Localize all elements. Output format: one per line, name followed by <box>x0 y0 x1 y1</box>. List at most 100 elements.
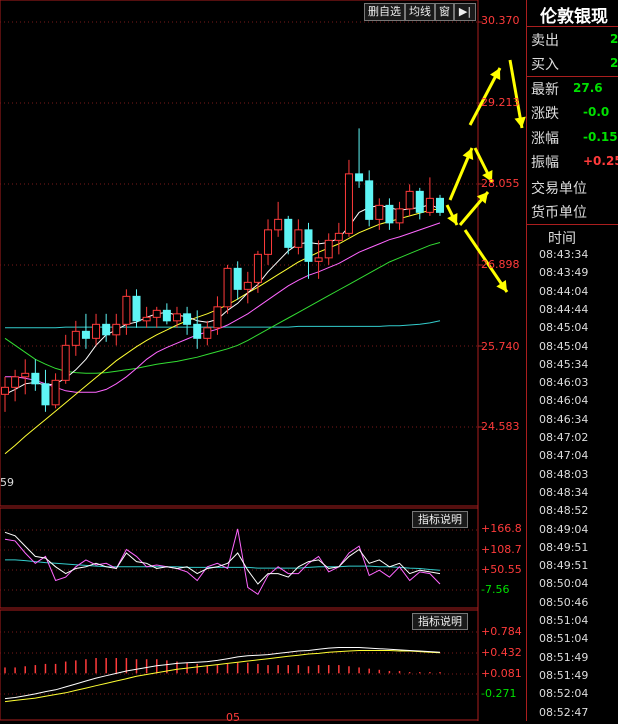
candle-up <box>71 330 80 346</box>
ind1-tick-2: +50.55 <box>481 563 522 576</box>
indicator1-frame <box>0 507 479 609</box>
candle-down <box>355 173 364 182</box>
candle-up <box>223 267 232 308</box>
time-item: 08:43:34 <box>539 248 589 261</box>
time-item: 08:50:46 <box>539 595 589 609</box>
time-item: 08:43:49 <box>539 266 589 280</box>
divider <box>527 26 618 27</box>
time-item: 08:52:04 <box>539 687 589 701</box>
time-item: 08:44:04 <box>539 284 589 298</box>
candle-up <box>1 386 9 395</box>
candle-up <box>203 327 212 339</box>
ind2-line-yellow <box>4 650 441 703</box>
candle-up <box>314 257 323 262</box>
candle-up <box>112 323 121 336</box>
ind2-line-white <box>4 647 441 700</box>
ind2-tick-3: -0.271 <box>481 687 517 700</box>
ma5-line <box>4 204 441 395</box>
bid-value: 2 <box>610 56 618 70</box>
time-item: 08:44:44 <box>539 302 589 316</box>
candle-up <box>395 208 404 224</box>
time-item: 08:45:04 <box>539 321 589 335</box>
time-item: 08:47:02 <box>539 431 589 444</box>
candle-up <box>264 229 273 255</box>
candle-down <box>132 295 141 322</box>
candle-up <box>172 313 181 322</box>
indicator1-help-button[interactable]: 指标说明 <box>412 511 468 528</box>
amplitude-value: +0.25 <box>583 154 618 168</box>
ind1-tick-0: +166.8 <box>481 522 522 535</box>
last-value: 27.6 <box>573 81 603 95</box>
candle-up <box>21 372 30 378</box>
candle-up <box>294 229 303 248</box>
time-item: 08:52:47 <box>539 705 589 719</box>
candle-up <box>11 376 20 388</box>
indicator2-help-button[interactable]: 指标说明 <box>412 613 468 630</box>
delete-watchlist-button[interactable]: 删自选 <box>364 3 405 21</box>
candle-up <box>213 306 222 329</box>
candle-down <box>162 309 171 322</box>
candle-down <box>304 229 313 262</box>
candle-down <box>415 190 424 213</box>
window-button[interactable]: 窗 <box>435 3 454 21</box>
candle-down <box>102 323 111 336</box>
price-tick-3: 26.898 <box>481 258 520 271</box>
divider <box>527 76 618 77</box>
time-item: 08:51:04 <box>539 632 589 646</box>
price-tick-1: 29.213 <box>481 96 520 109</box>
candle-up <box>92 323 101 339</box>
ind1-tick-3: -7.56 <box>481 583 510 596</box>
candle-down <box>31 372 40 385</box>
price-tick-4: 25.740 <box>481 340 520 353</box>
trade-unit-label: 交易单位 <box>531 181 587 197</box>
candle-up <box>425 197 434 213</box>
change-pct-label: 涨幅 <box>531 131 559 147</box>
ind1-line-white <box>4 531 441 585</box>
candle-down <box>436 197 444 213</box>
candle-up <box>122 295 131 325</box>
candle-down <box>183 313 192 325</box>
next-arrow-icon[interactable]: ▶| <box>454 3 476 21</box>
candle-down <box>365 180 374 220</box>
time-item: 08:48:34 <box>539 485 589 499</box>
indicator2-frame <box>0 609 479 721</box>
time-item: 08:45:04 <box>539 339 589 353</box>
candle-up <box>142 316 151 322</box>
bid-label: 买入 <box>531 57 559 73</box>
change-value: -0.0 <box>583 105 610 119</box>
time-header: 时间 <box>548 231 576 247</box>
annotation-arrow-down-head <box>514 116 526 128</box>
ask-value: 2 <box>610 32 618 46</box>
candle-up <box>324 239 333 259</box>
ind2-tick-0: +0.784 <box>481 625 522 638</box>
candle-up <box>405 190 414 210</box>
time-item: 08:46:34 <box>539 412 589 426</box>
candle-up <box>61 344 70 381</box>
time-item: 08:50:04 <box>539 577 589 591</box>
time-item: 08:51:49 <box>539 650 589 664</box>
last-label: 最新 <box>531 82 559 98</box>
candle-down <box>193 323 202 339</box>
chart-toolbar: 删自选 均线 窗 ▶| <box>364 3 476 21</box>
candle-down <box>385 204 394 224</box>
price-tick-0: 30.370 <box>481 14 520 27</box>
price-tick-2: 28.055 <box>481 177 520 190</box>
ma60-line <box>4 242 441 374</box>
time-item: 08:46:03 <box>539 376 589 390</box>
ind2-tick-2: +0.081 <box>481 667 522 680</box>
ind1-tick-1: +108.7 <box>481 543 522 556</box>
time-item: 08:51:04 <box>539 614 589 627</box>
ask-label: 卖出 <box>531 33 559 49</box>
time-item: 08:49:04 <box>539 522 589 536</box>
ind2-tick-1: +0.432 <box>481 646 522 659</box>
price-tick-5: 24.583 <box>481 420 520 433</box>
candle-up <box>253 253 262 283</box>
time-item: 08:51:49 <box>539 668 589 682</box>
main-pane-frame <box>0 0 479 507</box>
instrument-name: 伦敦银现 <box>540 7 608 27</box>
candle-up <box>51 379 60 406</box>
partial-label: 59 <box>0 476 14 489</box>
time-item: 08:47:04 <box>539 449 589 463</box>
time-item: 08:48:52 <box>539 504 589 518</box>
ma-lines-button[interactable]: 均线 <box>405 3 435 21</box>
